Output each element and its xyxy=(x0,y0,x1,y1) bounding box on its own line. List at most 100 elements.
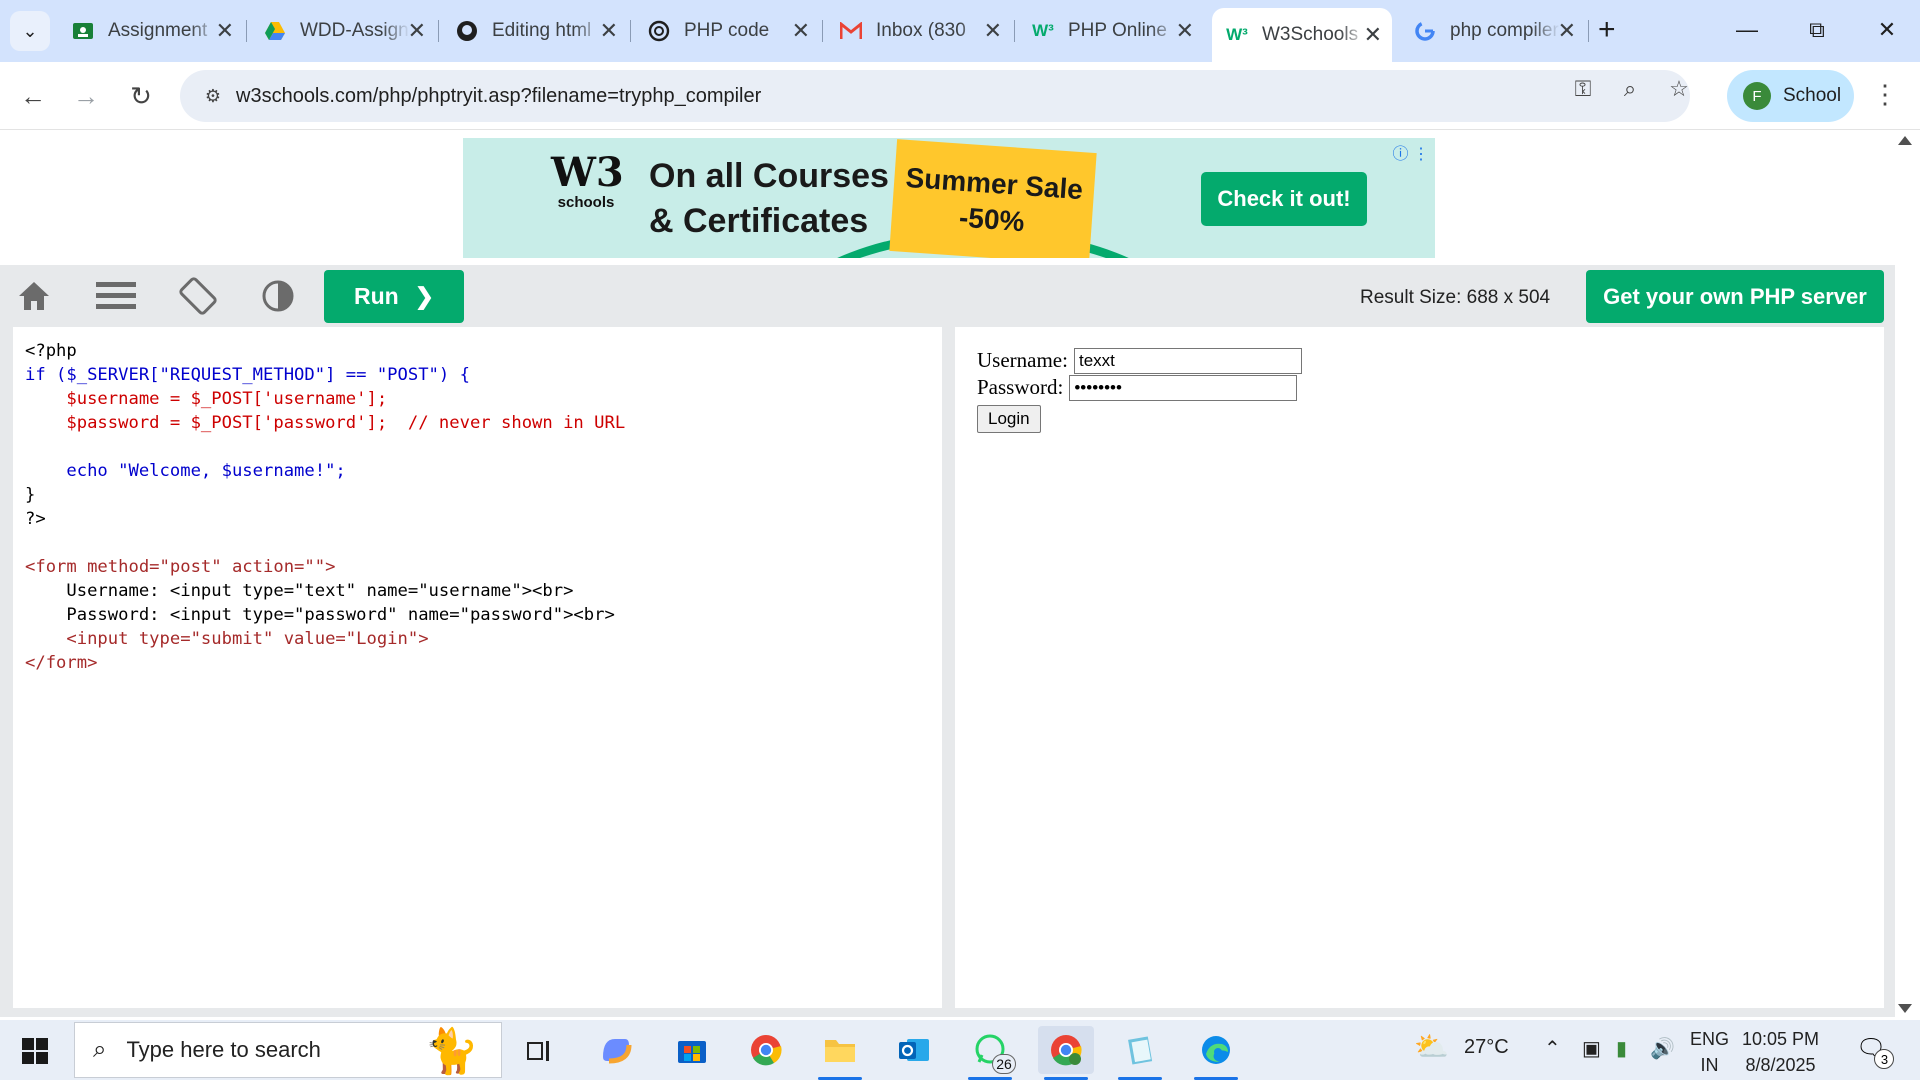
back-button[interactable]: ← xyxy=(14,77,52,115)
browser-tab-chatgpt[interactable]: PHP code ✕ xyxy=(634,12,820,50)
clock[interactable]: 10:05 PM 8/8/2025 xyxy=(1742,1026,1819,1078)
tab-search-button[interactable]: ⌄ xyxy=(10,11,50,51)
avatar: F xyxy=(1743,82,1771,110)
chrome-icon[interactable] xyxy=(738,1026,794,1074)
browser-tab-php-online[interactable]: W³ PHP Online ✕ xyxy=(1018,12,1204,50)
password-key-icon[interactable]: ⚿ xyxy=(1568,74,1598,104)
get-php-server-button[interactable]: Get your own PHP server xyxy=(1586,270,1884,323)
ad-headline-line2: & Certificates xyxy=(649,202,869,240)
code-line[interactable]: if ($_SERVER["REQUEST_METHOD"] == "POST"… xyxy=(25,365,470,385)
notification-count: 3 xyxy=(1874,1049,1895,1069)
browser-menu-icon[interactable]: ⋮ xyxy=(1872,79,1898,110)
code-line[interactable]: </form> xyxy=(25,653,97,673)
code-line[interactable]: <?php xyxy=(25,341,77,361)
windows-start-icon[interactable] xyxy=(22,1038,48,1064)
edge-icon[interactable] xyxy=(1188,1026,1244,1080)
run-button[interactable]: Run ❯ xyxy=(324,270,464,323)
notepad-icon[interactable] xyxy=(1112,1026,1168,1080)
address-bar[interactable]: ⚙ w3schools.com/php/phptryit.asp?filenam… xyxy=(180,70,1690,122)
code-line[interactable]: Password: <input type="password" name="p… xyxy=(25,605,614,625)
restore-button[interactable]: ⧉ xyxy=(1792,10,1842,50)
close-icon[interactable]: ✕ xyxy=(1364,24,1382,46)
tab-label: WDD-Assignment xyxy=(300,20,410,41)
w3schools-logo: W3 schools xyxy=(551,149,624,226)
meet-icon[interactable]: ▣ xyxy=(1582,1036,1601,1061)
scroll-down-arrow[interactable] xyxy=(1898,1004,1912,1013)
close-icon[interactable]: ✕ xyxy=(600,20,618,42)
forward-button[interactable]: → xyxy=(67,77,105,115)
ad-cta-button[interactable]: Check it out! xyxy=(1201,172,1367,226)
profile-button[interactable]: F School xyxy=(1727,70,1854,122)
reload-icon: ↻ xyxy=(130,80,152,111)
close-icon[interactable]: ✕ xyxy=(408,20,426,42)
chrome-profile-icon[interactable] xyxy=(1038,1026,1094,1080)
menu-icon[interactable] xyxy=(94,275,138,317)
minimize-icon: — xyxy=(1736,17,1758,42)
tab-separator xyxy=(630,20,631,42)
weather-cloud-icon[interactable]: ⛅ xyxy=(1414,1030,1449,1063)
browser-tab-w3schools[interactable]: W³ W3Schools ✕ xyxy=(1212,8,1392,62)
tab-separator xyxy=(1014,20,1015,42)
home-icon[interactable] xyxy=(12,275,56,317)
scroll-up-arrow[interactable] xyxy=(1898,136,1912,145)
workspace: <?php if ($_SERVER["REQUEST_METHOD"] == … xyxy=(0,327,1895,1017)
password-input[interactable] xyxy=(1069,374,1298,401)
tab-strip: ⌄ Assignment ✕ WDD-Assignment ✕ Editing … xyxy=(0,0,1920,62)
url-text[interactable]: w3schools.com/php/phptryit.asp?filename=… xyxy=(236,85,761,108)
code-line[interactable]: ?> xyxy=(25,509,46,529)
close-icon[interactable]: ✕ xyxy=(984,20,1002,42)
browser-tab-assignment[interactable]: Assignment ✕ xyxy=(58,12,244,50)
code-line[interactable]: <input type="submit" value="Login"> xyxy=(25,629,428,649)
taskbar-search[interactable]: ⌕ Type here to search 🐈 xyxy=(74,1022,502,1078)
minimize-button[interactable]: — xyxy=(1722,10,1772,50)
browser-tab-google[interactable]: php compiler ✕ xyxy=(1400,12,1586,50)
code-line[interactable]: <form method="post" action=""> xyxy=(25,557,335,577)
rotate-layout-icon[interactable] xyxy=(176,275,220,317)
close-icon[interactable]: ✕ xyxy=(216,20,234,42)
site-settings-icon[interactable]: ⚙ xyxy=(198,81,228,111)
code-line[interactable]: echo "Welcome, $username!"; xyxy=(25,461,345,481)
close-icon: ✕ xyxy=(1877,17,1897,42)
code-editor[interactable]: <?php if ($_SERVER["REQUEST_METHOD"] == … xyxy=(13,327,942,1008)
tab-separator xyxy=(822,20,823,42)
battery-icon[interactable]: ▮ xyxy=(1616,1036,1627,1061)
browser-tab-wdd[interactable]: WDD-Assignment ✕ xyxy=(250,12,436,50)
volume-icon[interactable]: 🔊 xyxy=(1650,1036,1675,1061)
close-icon[interactable]: ✕ xyxy=(1558,20,1576,42)
close-window-button[interactable]: ✕ xyxy=(1862,10,1912,50)
logo-text: schools xyxy=(557,194,615,211)
weather-temp[interactable]: 27°C xyxy=(1464,1036,1509,1059)
arrow-left-icon: ← xyxy=(20,80,46,111)
whatsapp-icon[interactable]: 26 xyxy=(962,1026,1018,1080)
tab-label: PHP Online xyxy=(1068,20,1167,41)
chatgpt-icon xyxy=(648,20,670,42)
bookmark-star-icon[interactable]: ☆ xyxy=(1664,74,1694,104)
ad-info-icon[interactable]: ⓘ ⋮ xyxy=(1393,140,1429,164)
reload-button[interactable]: ↻ xyxy=(122,77,160,115)
file-explorer-icon[interactable] xyxy=(812,1026,868,1080)
clock-time: 10:05 PM xyxy=(1742,1029,1820,1049)
code-line[interactable]: $username = $_POST['username']; xyxy=(25,389,387,409)
zoom-icon[interactable]: ⌕ xyxy=(1615,74,1645,104)
tab-label: Assignment xyxy=(108,20,208,41)
task-view-icon[interactable] xyxy=(512,1026,568,1074)
new-tab-button[interactable]: + xyxy=(1598,14,1616,46)
logo-mark: W3 xyxy=(551,149,624,196)
notification-icon[interactable]: 🗨 3 xyxy=(1856,1034,1895,1069)
browser-tab-gmail[interactable]: Inbox (830 ✕ xyxy=(826,12,1012,50)
code-line[interactable]: Username: <input type="text" name="usern… xyxy=(25,581,573,601)
microsoft-store-icon[interactable] xyxy=(664,1026,720,1074)
code-line[interactable]: $password = $_POST['password']; // never… xyxy=(25,413,625,433)
outlook-icon[interactable] xyxy=(886,1026,942,1074)
username-input[interactable] xyxy=(1073,347,1302,374)
language-indicator[interactable]: ENG IN xyxy=(1690,1026,1729,1078)
copilot-icon[interactable] xyxy=(588,1026,644,1074)
close-icon[interactable]: ✕ xyxy=(1176,20,1194,42)
browser-tab-github[interactable]: Editing html ✕ xyxy=(442,12,628,50)
theme-toggle-icon[interactable] xyxy=(256,275,300,317)
code-line[interactable]: } xyxy=(25,485,35,505)
close-icon[interactable]: ✕ xyxy=(792,20,810,42)
login-button[interactable]: Login xyxy=(977,405,1041,433)
ad-banner[interactable]: W3 schools On all Courses & Certificates… xyxy=(463,138,1435,258)
chevron-up-icon[interactable]: ⌃ xyxy=(1544,1036,1561,1061)
